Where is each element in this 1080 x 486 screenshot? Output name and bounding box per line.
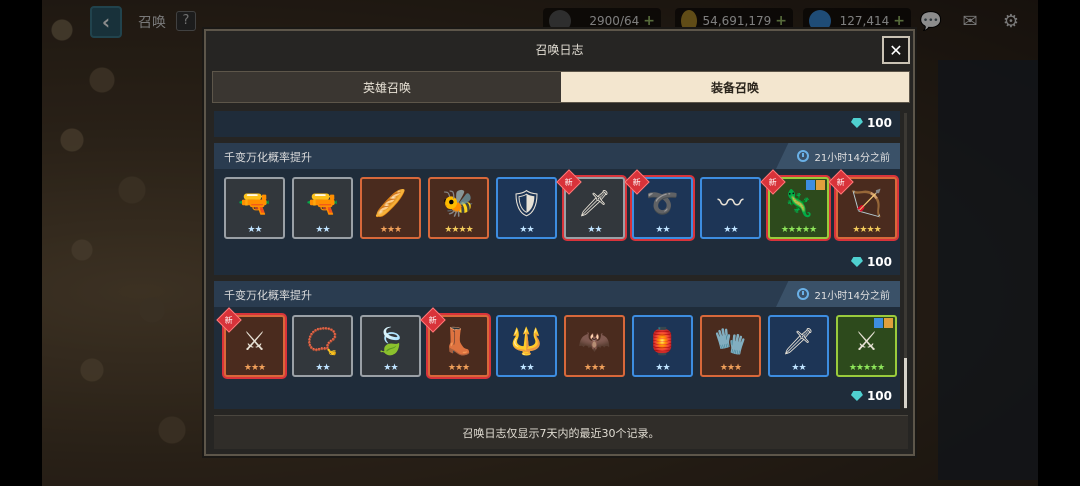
shotgun-icon: 🔫 [238, 189, 271, 219]
log-entry-title: 千变万化概率提升 [224, 289, 312, 302]
footer-note: 召唤日志仅显示7天内的最近30个记录。 [214, 415, 908, 449]
item-slot[interactable]: ➰ ★★ 新 [624, 169, 693, 239]
log-entry-partial: 100 [214, 111, 900, 137]
item-slot[interactable]: 〰 ★★ [700, 177, 761, 239]
log-entry: 千变万化概率提升 21小时14分之前 🔫 ★★ 🔫 ★★ 🥖 ★★★ 🐝 ★★★★ 🛡 ★★ 🗡 ★★ 新 ➰… [214, 143, 900, 275]
log-entry-title: 千变万化概率提升 [224, 151, 312, 164]
cost-label: 100 [850, 389, 892, 403]
item-slot[interactable]: ⚔ ★★★ 新 [216, 307, 285, 377]
item-slot[interactable]: 🍃 ★★ [360, 315, 421, 377]
modal-title: 召唤日志 [535, 43, 584, 57]
tab-equipment-summon[interactable]: 装备召唤 [561, 72, 909, 102]
greatsword-icon: ⚔ [854, 327, 879, 357]
claw-icon: 🥖 [374, 189, 407, 219]
item-slot[interactable]: 🔫 ★★ [224, 177, 285, 239]
scrollbar-thumb[interactable] [904, 358, 907, 408]
item-slot[interactable]: 🐝 ★★★★ [428, 177, 489, 239]
bow-icon: 🏹 [850, 189, 883, 219]
shield-icon: 🛡 [509, 189, 543, 219]
close-button[interactable]: ✕ [882, 36, 910, 64]
item-slot[interactable]: 🔫 ★★ [292, 177, 353, 239]
item-slot[interactable]: 🥖 ★★★ [360, 177, 421, 239]
necklace-icon: 📿 [306, 327, 339, 357]
gem-icon [850, 391, 863, 401]
gauntlet-icon: 🧤 [714, 327, 747, 357]
item-slot[interactable]: 🔱 ★★ [496, 315, 557, 377]
star-rating: ★★★★ [852, 225, 881, 235]
item-slot[interactable]: 🏮 ★★ [632, 315, 693, 377]
gem-icon [850, 118, 863, 128]
new-badge: 新 [216, 307, 242, 333]
tab-bar: 英雄召唤 装备召唤 [212, 71, 910, 103]
flag-icon [884, 318, 893, 328]
item-slot[interactable]: 🛡 ★★ [496, 177, 557, 239]
star-rating: ★★ [655, 225, 670, 235]
close-icon: ✕ [889, 40, 903, 60]
item-slot[interactable]: 🗡 ★★ [768, 315, 829, 377]
lantern-icon: 🏮 [646, 327, 679, 357]
star-rating: ★★★ [719, 363, 742, 373]
cost-label: 100 [850, 255, 892, 269]
tab-hero-summon[interactable]: 英雄召唤 [213, 72, 561, 102]
wings-icon: 🦇 [578, 327, 611, 357]
flag-icon [874, 318, 883, 328]
item-slot[interactable]: 👢 ★★★ 新 [420, 307, 489, 377]
scrollbar[interactable] [904, 113, 907, 409]
star-rating: ★★★ [243, 363, 266, 373]
star-rating: ★★ [519, 363, 534, 373]
boot-icon: 👢 [442, 327, 475, 357]
star-rating: ★★★★★ [848, 363, 885, 373]
item-grid: ⚔ ★★★ 新 📿 ★★ 🍃 ★★ 👢 ★★★ 新 🔱 ★★ 🦇 ★★★ 🏮 ★★ 🧤 ★★★ 🗡 ★★ ⚔ ★★★★★ [214, 307, 900, 377]
item-slot[interactable]: ⚔ ★★★★★ [836, 315, 897, 377]
star-rating: ★★ [587, 225, 602, 235]
seahorse-icon: ➰ [646, 189, 679, 219]
star-rating: ★★ [315, 363, 330, 373]
star-rating: ★★★ [379, 225, 402, 235]
log-entry-time: 21小时14分之前 [776, 281, 900, 307]
cost-label: 100 [850, 116, 892, 130]
figure-icon: 🦎 [782, 189, 815, 219]
rifle-icon: 🔫 [306, 189, 339, 219]
item-grid: 🔫 ★★ 🔫 ★★ 🥖 ★★★ 🐝 ★★★★ 🛡 ★★ 🗡 ★★ 新 ➰ ★★ 新〰 ★★ 🦎 ★★★★★ 新 🏹 ★★★… [214, 169, 900, 239]
sword-icon: 🗡 [781, 327, 815, 357]
star-rating: ★★ [519, 225, 534, 235]
dagger-icon: 🗡 [577, 189, 611, 219]
flag-icon [806, 180, 815, 190]
star-rating: ★★ [791, 363, 806, 373]
star-rating: ★★★★★ [780, 225, 817, 235]
spear-icon: 🔱 [510, 327, 543, 357]
log-entry-header: 千变万化概率提升 21小时14分之前 [214, 281, 900, 307]
item-slot[interactable]: 🦎 ★★★★★ 新 [760, 169, 829, 239]
star-rating: ★★ [383, 363, 398, 373]
star-rating: ★★ [247, 225, 262, 235]
star-rating: ★★ [315, 225, 330, 235]
item-slot[interactable]: 🦇 ★★★ [564, 315, 625, 377]
star-rating: ★★ [723, 225, 738, 235]
star-rating: ★★★ [447, 363, 470, 373]
item-slot[interactable]: 📿 ★★ [292, 315, 353, 377]
staff-icon: ⚔ [242, 327, 267, 357]
log-entry-time: 21小时14分之前 [776, 143, 900, 169]
clock-icon [796, 150, 809, 162]
flag-icon [816, 180, 825, 190]
whip-icon: 〰 [717, 189, 744, 219]
log-entry: 千变万化概率提升 21小时14分之前 ⚔ ★★★ 新 📿 ★★ 🍃 ★★ 👢 ★★★ 新 🔱 ★★ 🦇 ★★★… [214, 281, 900, 409]
item-slot[interactable]: 🗡 ★★ 新 [556, 169, 625, 239]
star-rating: ★★★ [583, 363, 606, 373]
log-entry-header: 千变万化概率提升 21小时14分之前 [214, 143, 900, 169]
amulet-icon: 🐝 [442, 189, 475, 219]
log-list[interactable]: 100 千变万化概率提升 21小时14分之前 🔫 ★★ 🔫 ★★ 🥖 ★★★ 🐝 ★★★★ 🛡 ★★ 🗡… [214, 111, 900, 409]
item-slot[interactable]: 🧤 ★★★ [700, 315, 761, 377]
item-slot[interactable]: 🏹 ★★★★ 新 [828, 169, 897, 239]
leaf-icon: 🍃 [374, 327, 407, 357]
star-rating: ★★★★ [444, 225, 473, 235]
star-rating: ★★ [655, 363, 670, 373]
summon-log-modal: 召唤日志 ✕ 英雄召唤 装备召唤 100 千变万化概率提升 21小时14分之前 🔫 ★… [204, 29, 915, 456]
clock-icon [796, 288, 809, 300]
gem-icon [850, 257, 863, 267]
